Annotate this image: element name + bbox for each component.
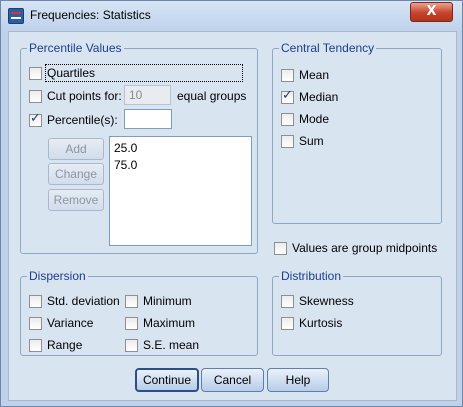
percentiles-label: Percentile(s): (47, 113, 118, 127)
std-deviation-checkbox[interactable]: Std. deviation (29, 294, 120, 308)
percentile-value-input[interactable] (124, 109, 172, 129)
quartiles-checkbox-box[interactable] (29, 66, 42, 80)
mode-label: Mode (299, 112, 330, 126)
minimum-checkbox[interactable]: Minimum (125, 294, 192, 308)
help-button[interactable]: Help (267, 368, 329, 392)
percentile-values-legend: Percentile Values (27, 41, 124, 55)
skewness-label: Skewness (299, 294, 354, 308)
quartiles-label: Quartiles (44, 64, 244, 82)
central-tendency-group: Central Tendency Mean Median Mode Sum (272, 41, 442, 224)
remove-button[interactable]: Remove (48, 189, 104, 211)
variance-checkbox[interactable]: Variance (29, 316, 93, 330)
variance-label: Variance (47, 316, 94, 330)
equal-groups-label: equal groups (177, 89, 247, 103)
group-midpoints-checkbox[interactable]: Values are group midpoints (274, 241, 437, 255)
skewness-checkbox[interactable]: Skewness (281, 294, 354, 308)
se-mean-label: S.E. mean (143, 338, 200, 352)
add-button[interactable]: Add (48, 138, 104, 160)
quartiles-checkbox[interactable]: Quartiles (29, 64, 244, 82)
minimum-checkbox-box[interactable] (125, 294, 138, 308)
sum-checkbox-box[interactable] (281, 134, 294, 148)
median-checkbox-box[interactable] (281, 88, 294, 104)
dispersion-group: Dispersion Std. deviation Minimum Varian… (20, 269, 258, 356)
median-label: Median (299, 90, 339, 104)
window-title: Frequencies: Statistics (30, 8, 151, 22)
mean-label: Mean (299, 68, 330, 82)
mode-checkbox-box[interactable] (281, 112, 294, 126)
se-mean-checkbox[interactable]: S.E. mean (125, 338, 199, 352)
list-item[interactable]: 25.0 (114, 140, 247, 157)
title-bar[interactable]: Frequencies: Statistics X (1, 1, 462, 31)
dialog-body: Percentile Values Quartiles Cut points f… (8, 31, 457, 401)
cancel-button[interactable]: Cancel (201, 368, 264, 392)
maximum-label: Maximum (143, 316, 196, 330)
percentile-list[interactable]: 25.0 75.0 (109, 136, 252, 246)
cut-points-input: 10 (124, 85, 171, 105)
percentile-values-group: Percentile Values Quartiles Cut points f… (20, 41, 258, 254)
cut-points-checkbox[interactable]: Cut points for: (29, 89, 122, 103)
continue-button[interactable]: Continue (135, 368, 199, 392)
std-deviation-checkbox-box[interactable] (29, 294, 42, 308)
range-checkbox[interactable]: Range (29, 338, 82, 352)
sum-checkbox[interactable]: Sum (281, 134, 324, 148)
spss-app-icon (8, 8, 24, 24)
sum-label: Sum (299, 134, 324, 148)
cut-points-checkbox-box[interactable] (29, 89, 42, 103)
mode-checkbox[interactable]: Mode (281, 112, 329, 126)
dialog-window: Frequencies: Statistics X Percentile Val… (0, 0, 463, 407)
variance-checkbox-box[interactable] (29, 316, 42, 330)
kurtosis-label: Kurtosis (299, 316, 343, 330)
kurtosis-checkbox[interactable]: Kurtosis (281, 316, 342, 330)
median-checkbox[interactable]: Median (281, 88, 339, 104)
kurtosis-checkbox-box[interactable] (281, 316, 294, 330)
range-checkbox-box[interactable] (29, 338, 42, 352)
distribution-group: Distribution Skewness Kurtosis (272, 269, 442, 356)
skewness-checkbox-box[interactable] (281, 294, 294, 308)
percentiles-checkbox[interactable]: Percentile(s): (29, 111, 118, 127)
group-midpoints-checkbox-box[interactable] (274, 241, 287, 255)
central-tendency-legend: Central Tendency (279, 41, 377, 55)
maximum-checkbox-box[interactable] (125, 316, 138, 330)
group-midpoints-label: Values are group midpoints (292, 241, 438, 255)
se-mean-checkbox-box[interactable] (125, 338, 138, 352)
change-button[interactable]: Change (48, 163, 104, 185)
cut-points-label: Cut points for: (47, 89, 122, 103)
dispersion-legend: Dispersion (27, 269, 88, 283)
list-item[interactable]: 75.0 (114, 157, 247, 174)
std-deviation-label: Std. deviation (47, 294, 120, 308)
minimum-label: Minimum (143, 294, 192, 308)
mean-checkbox-box[interactable] (281, 68, 294, 82)
maximum-checkbox[interactable]: Maximum (125, 316, 195, 330)
close-button[interactable]: X (410, 2, 453, 22)
distribution-legend: Distribution (279, 269, 344, 283)
mean-checkbox[interactable]: Mean (281, 68, 329, 82)
range-label: Range (47, 338, 83, 352)
percentiles-checkbox-box[interactable] (29, 111, 42, 127)
